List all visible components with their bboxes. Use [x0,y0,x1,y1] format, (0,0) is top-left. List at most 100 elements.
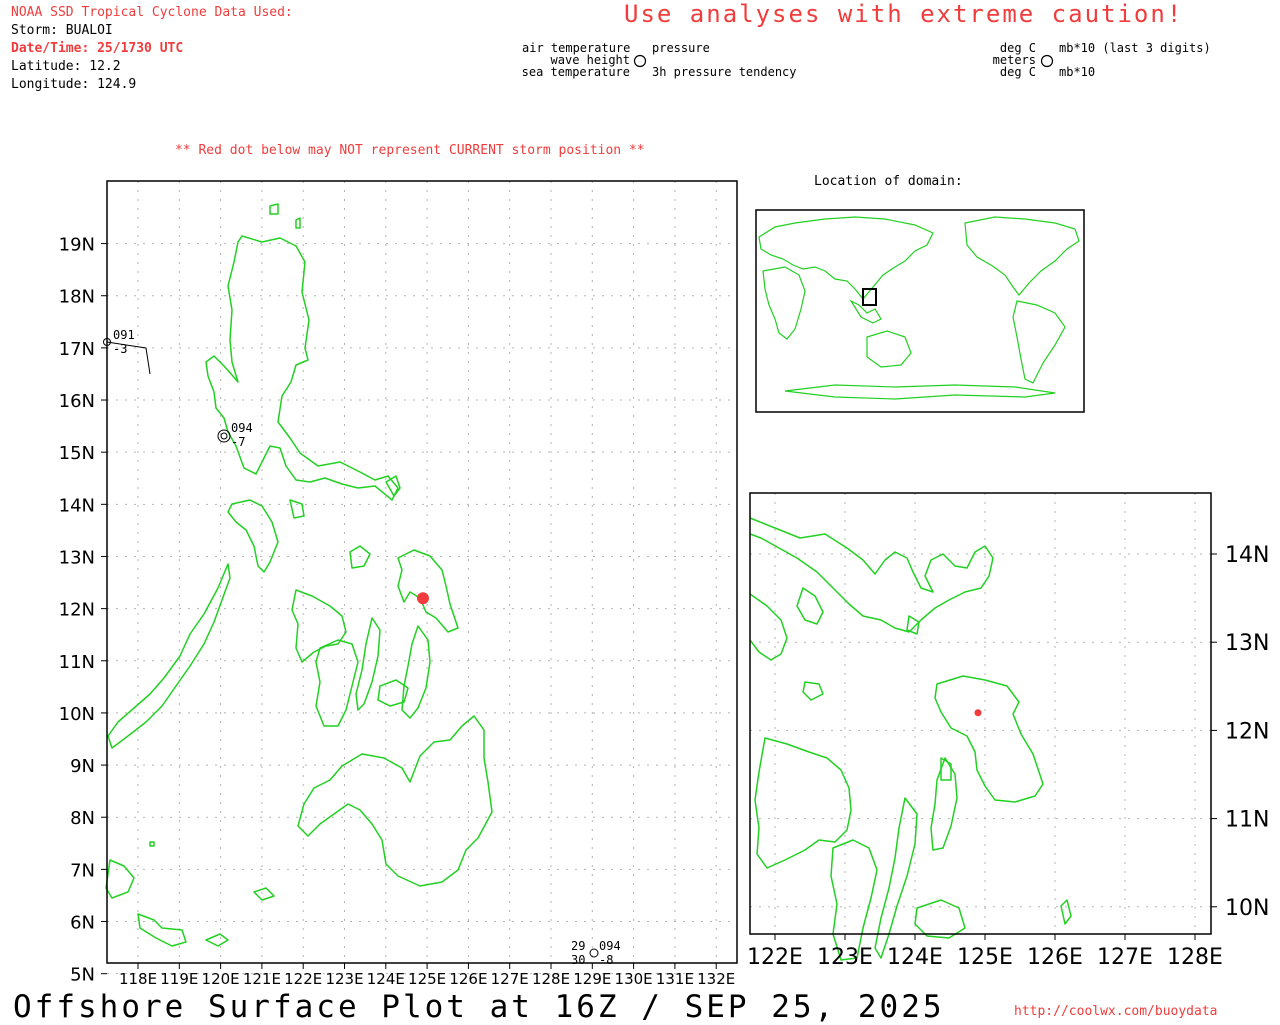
main-lat-tick-label: 8N [70,808,95,829]
station-west-tendency: -3 [113,342,127,356]
main-lon-tick-label: 126E [449,970,487,988]
zoom-coast-negros [830,839,878,961]
main-lat-tick-label: 6N [70,913,95,934]
station-se-air-temp: 29 [571,939,585,953]
zoom-lon-tick-label: 128E [1167,945,1223,970]
zoom-coastlines [749,517,1072,961]
station-west: 091 -3 [103,328,151,375]
station-manila: 094 -7 [217,421,253,449]
coastline-islet-e [295,217,301,229]
legend-pressure: pressure [652,41,710,55]
caution-banner: Use analyses with extreme caution! [624,0,1184,28]
units-deg-c-bottom: deg C [999,65,1036,79]
zoom-lon-tick-label: 124E [887,945,943,970]
station-se-pressure: 094 [599,939,621,953]
units-mb: mb*10 [1059,65,1096,79]
main-lon-tick-label: 127E [491,970,529,988]
main-lat-tick-label: 11N [59,652,95,673]
inset-title: Location of domain: [814,174,963,189]
zoom-lat-tick-label: 11N [1225,808,1269,833]
main-lat-tick-label: 13N [59,547,95,568]
coastline-cebu [355,617,381,711]
coastline-leyte [401,625,431,719]
main-lon-tick-label: 122E [284,970,322,988]
main-lon-tick-label: 120E [202,970,240,988]
zoom-coast-panay [754,737,852,869]
zoom-coast-islet-c [906,615,920,635]
storm-datetime: Date/Time: 25/1730 UTC [11,41,184,56]
main-lat-tick-label: 10N [59,704,95,725]
zoom-coast-islet-b [1060,899,1072,925]
coastline-samar [397,549,459,633]
main-map: 091 -3 094 -7 29 094 30 -8 19N18N17N16N1… [59,180,738,988]
coastline-catanduanes [385,475,401,497]
legend-pressure-tendency: 3h pressure tendency [652,65,797,79]
main-lon-axis: 118E 119E 120E 121E 122E 123E 124E 125E 126E 127E… [119,963,735,988]
storm-latitude: Latitude: 12.2 [11,59,121,74]
main-coastlines [105,203,493,947]
storm-position-warning: ** Red dot below may NOT represent CURRE… [175,143,645,158]
main-lon-tick-label: 131E [656,970,694,988]
main-lat-tick-label: 7N [70,860,95,881]
main-lat-tick-label: 5N [70,965,95,986]
coastline-islet-d [269,203,279,215]
coastline-masbate [349,545,371,569]
zoom-coast-leyte [930,757,958,851]
zoom-coast-mindoro [749,593,788,661]
source-url-link[interactable]: http://coolwx.com/buoydata [1014,1004,1218,1019]
main-lon-tick-label: 130E [615,970,653,988]
zoom-lon-tick-label: 123E [817,945,873,970]
zoom-coast-masbate [796,587,824,625]
coastline-islet-c [149,841,155,847]
storm-longitude: Longitude: 124.9 [11,77,137,92]
zoom-lon-tick-label: 125E [957,945,1013,970]
zoom-lon-axis: 122E 123E 124E 125E 126E 127E 128E [747,934,1223,970]
main-lat-tick-label: 19N [59,235,95,256]
main-lon-tick-label: 129E [573,970,611,988]
legend-station-circle-icon [633,54,647,68]
legend-sea-temp: sea temperature [521,65,630,79]
coastline-marinduque [289,499,305,519]
units-station-circle-icon [1040,54,1054,68]
station-west-pressure: 091 [113,328,135,342]
main-lon-tick-label: 124E [367,970,405,988]
coastline-islet-b [253,887,275,901]
coastline-islet-a [205,933,229,947]
coastline-mindoro [227,499,279,573]
zoom-lat-tick-label: 13N [1225,631,1269,656]
main-lat-tick-label: 18N [59,287,95,308]
main-lon-tick-label: 132E [697,970,735,988]
source-label: NOAA SSD Tropical Cyclone Data Used: [11,5,293,20]
zoom-lat-axis: 14N 13N 12N 11N 10N [1211,543,1269,921]
main-map-grid [107,181,737,975]
zoom-storm-position-marker [974,709,982,717]
main-lon-tick-label: 118E [119,970,157,988]
main-lat-tick-label: 14N [59,495,95,516]
zoom-lat-tick-label: 10N [1225,896,1269,921]
inset-frame [755,209,1085,413]
station-manila-pressure: 094 [231,421,253,435]
zoom-lon-tick-label: 126E [1027,945,1083,970]
main-lat-axis: 19N 18N 17N 16N 15N 14N 13N 12N 11N 10N 9N 8N 7N 6N 5N [59,235,107,986]
storm-position-marker [416,592,429,605]
main-lat-tick-label: 17N [59,339,95,360]
zoom-lat-tick-label: 14N [1225,543,1269,568]
main-lon-tick-label: 123E [325,970,363,988]
units-mb-last3: mb*10 (last 3 digits) [1059,41,1211,55]
zoom-coast-islet-a [802,681,824,701]
coastline-palawan [107,563,231,749]
zoom-coast-samar [934,675,1044,803]
main-lat-tick-label: 15N [59,443,95,464]
zoom-coast-biliran [940,757,952,781]
zoom-lat-tick-label: 12N [1225,719,1269,744]
plot-title: Offshore Surface Plot at 16Z / SEP 25, 2… [13,989,945,1025]
zoom-coast-bohol [914,899,966,939]
main-lat-tick-label: 12N [59,600,95,621]
main-lon-tick-label: 121E [243,970,281,988]
main-lon-tick-label: 128E [532,970,570,988]
zoom-coast-luzon-south [749,517,994,633]
main-map-frame [106,180,738,964]
coastline-luzon [205,235,399,501]
coastline-borneo-tip [137,913,187,947]
coastline-mindanao [297,715,493,887]
